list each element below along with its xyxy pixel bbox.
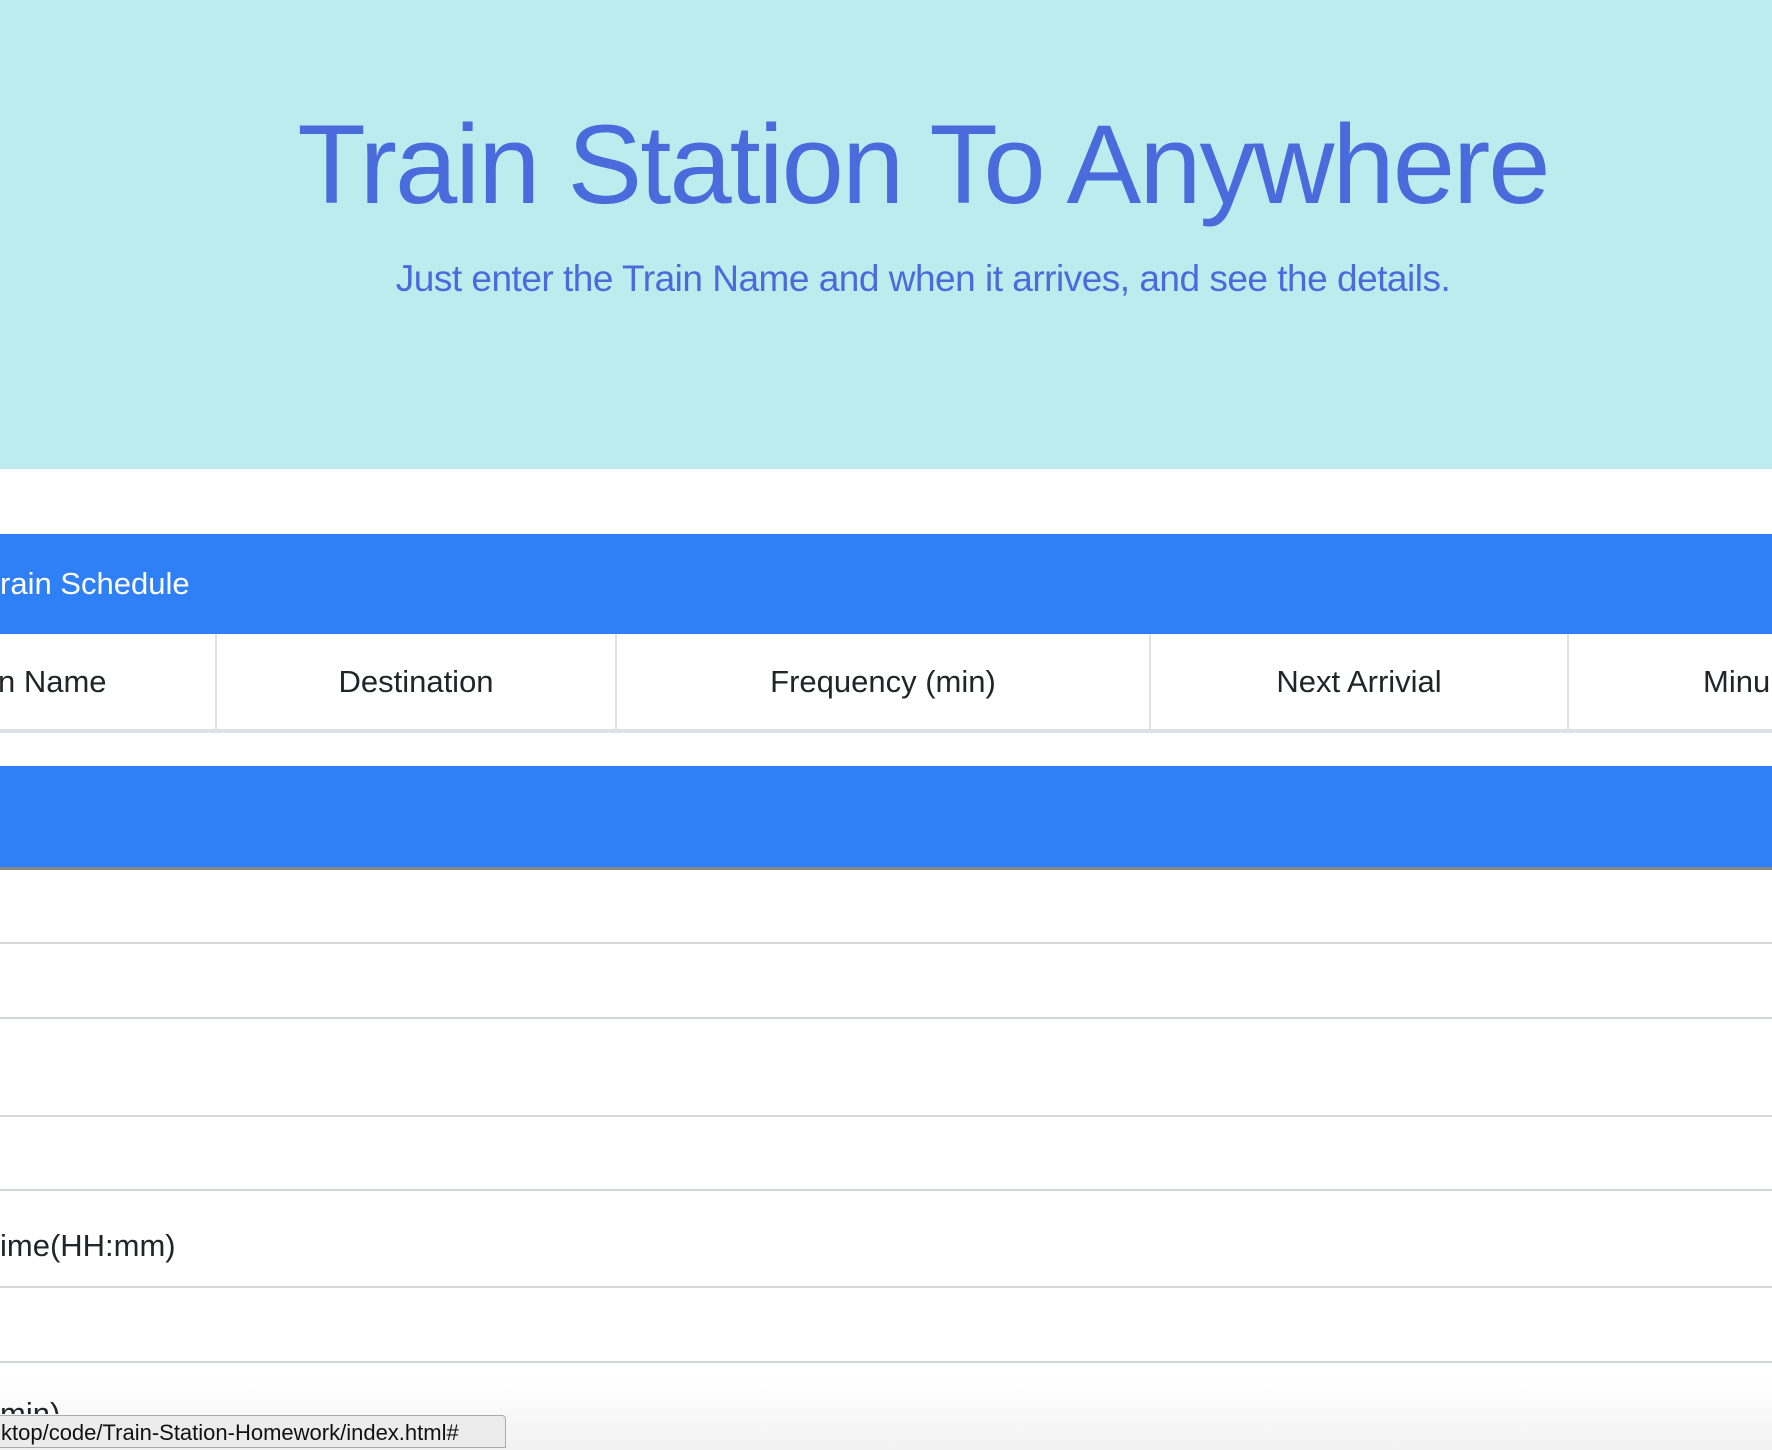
divider: [0, 1189, 1772, 1191]
divider: [0, 1286, 1772, 1288]
first-train-time-label: ime(HH:mm): [0, 1228, 176, 1263]
column-next-arrival: Next Arrivial: [1149, 634, 1567, 729]
divider: [0, 1017, 1772, 1019]
link-status-bar: ktop/code/Train-Station-Homework/index.h…: [0, 1415, 506, 1448]
divider: [0, 1115, 1772, 1117]
page-title: Train Station To Anywhere: [297, 102, 1550, 227]
column-destination: Destination: [215, 634, 615, 729]
column-train-name: n Name: [0, 664, 107, 699]
hero-jumbotron: Train Station To Anywhere Just enter the…: [0, 0, 1772, 469]
divider: [0, 1361, 1772, 1363]
schedule-heading: rain Schedule: [0, 566, 190, 601]
column-frequency: Frequency (min): [615, 634, 1149, 729]
column-minutes-away: Minu: [1567, 634, 1772, 729]
add-train-panel-header: [0, 766, 1772, 870]
divider: [0, 942, 1772, 944]
schedule-table-header: n Name Destination Frequency (min) Next …: [0, 634, 1772, 733]
frequency-label: min): [0, 1396, 61, 1414]
page-subtitle: Just enter the Train Name and when it ar…: [395, 258, 1451, 299]
schedule-panel-header: rain Schedule: [0, 534, 1772, 634]
